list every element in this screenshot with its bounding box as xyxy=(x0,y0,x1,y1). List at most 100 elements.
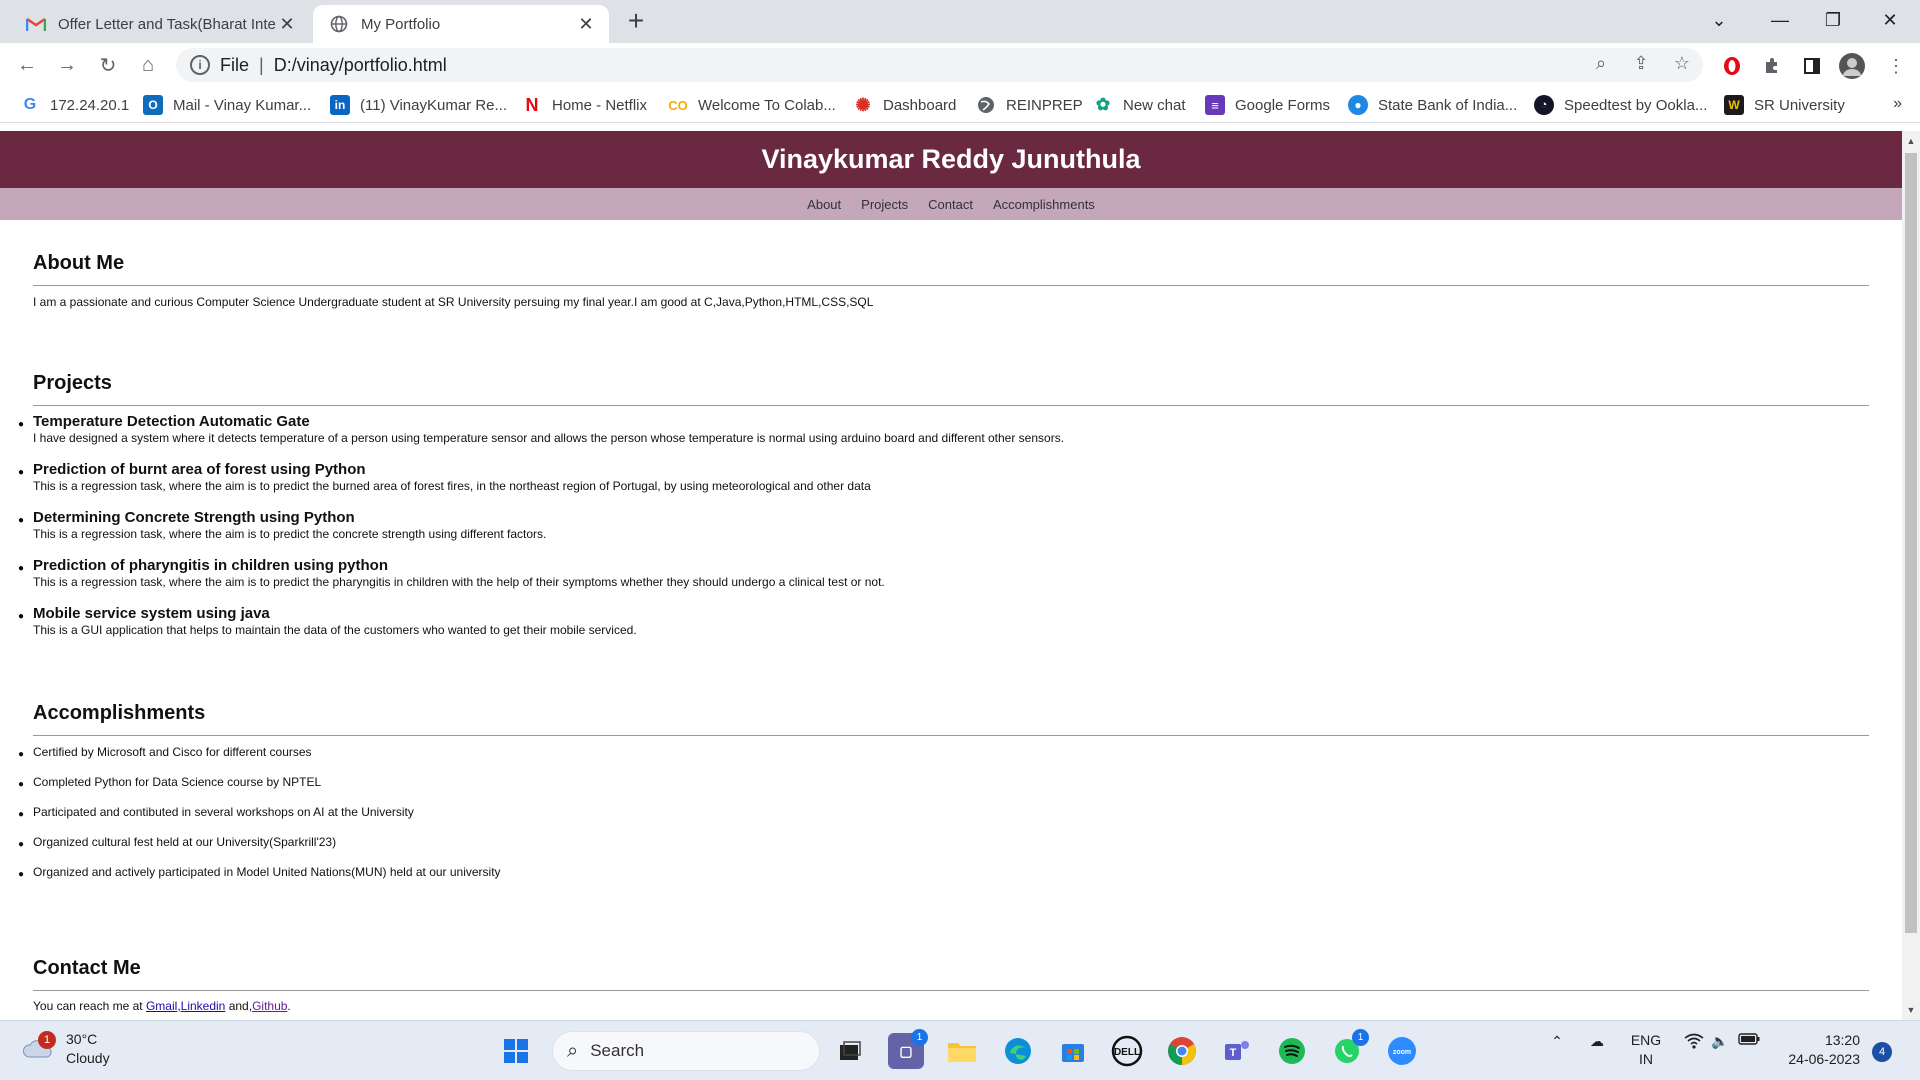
restore-button[interactable]: ❐ xyxy=(1808,0,1858,40)
list-item: ● Organized cultural fest held at our Uni… xyxy=(18,834,1869,864)
about-section: About Me I am a passionate and curious C… xyxy=(33,249,1869,309)
bookmark-item[interactable]: O Mail - Vinay Kumar... xyxy=(143,94,311,116)
bookmark-item[interactable]: in (11) VinayKumar Re... xyxy=(330,94,507,116)
share-icon[interactable]: ⇪ xyxy=(1629,51,1653,75)
nav-link-contact[interactable]: Contact xyxy=(928,197,973,212)
whatsapp-icon[interactable]: 1 xyxy=(1329,1029,1369,1069)
address-bar[interactable]: i File | D:/vinay/portfolio.html xyxy=(176,48,1703,82)
nav-link-accomplishments[interactable]: Accomplishments xyxy=(993,197,1095,212)
list-item: ● Completed Python for Data Science cours… xyxy=(18,774,1869,804)
zoom-app-icon[interactable]: zoom xyxy=(1384,1033,1420,1069)
taskbar-search[interactable]: ⌕ Search xyxy=(552,1031,820,1071)
battery-icon[interactable] xyxy=(1737,1033,1761,1045)
file-explorer-icon[interactable] xyxy=(944,1033,980,1069)
tab-title: My Portfolio xyxy=(361,15,441,33)
weather-badge: 1 xyxy=(38,1031,56,1049)
accomplishment-text: Organized and actively participated in M… xyxy=(33,865,501,879)
clock-date: 24-06-2023 xyxy=(1788,1051,1860,1067)
github-link[interactable]: Github xyxy=(252,999,287,1013)
bookmark-item[interactable]: G 172.24.20.1 xyxy=(20,94,129,116)
close-icon[interactable]: ✕ xyxy=(575,13,597,35)
gmail-icon xyxy=(26,14,46,34)
site-nav: About Projects Contact Accomplishments xyxy=(0,188,1902,220)
info-icon[interactable]: i xyxy=(190,55,210,75)
avatar[interactable] xyxy=(1838,52,1866,80)
project-title: Mobile service system using java xyxy=(33,605,270,622)
menu-kebab-icon[interactable]: ⋮ xyxy=(1882,52,1910,80)
projects-heading: Projects xyxy=(33,372,112,394)
tab-gmail[interactable]: Offer Letter and Task(Bharat Inter ✕ xyxy=(10,5,310,43)
bookmarks-overflow-button[interactable]: » xyxy=(1893,95,1902,113)
dell-icon[interactable]: DELL xyxy=(1109,1033,1145,1069)
minimize-button[interactable]: — xyxy=(1755,0,1805,40)
volume-icon[interactable]: 🔈 xyxy=(1709,1033,1731,1050)
bookmark-label: Google Forms xyxy=(1235,96,1331,114)
teams-icon[interactable]: T xyxy=(1219,1033,1255,1069)
spotify-icon[interactable] xyxy=(1274,1033,1310,1069)
list-item: ● Organized and actively participated in … xyxy=(18,864,1869,894)
accomplishment-text: Completed Python for Data Science course… xyxy=(33,775,322,789)
wifi-icon[interactable] xyxy=(1683,1033,1705,1049)
reload-icon[interactable]: ↻ xyxy=(93,50,123,80)
gmail-link[interactable]: Gmail xyxy=(146,999,177,1013)
weather-temp: 30°C xyxy=(66,1031,98,1047)
dashboard-icon: ✺ xyxy=(855,94,871,115)
new-tab-button[interactable]: + xyxy=(622,5,650,36)
scroll-down-icon[interactable]: ▼ xyxy=(1902,1002,1920,1018)
bookmark-item[interactable]: ◔ Speedtest by Ookla... xyxy=(1534,94,1707,116)
forward-arrow-icon[interactable]: → xyxy=(52,50,82,80)
list-item: ● Prediction of burnt area of forest usi… xyxy=(18,462,1869,494)
back-arrow-icon[interactable]: ← xyxy=(12,50,42,80)
contact-heading: Contact Me xyxy=(33,957,141,979)
home-icon[interactable]: ⌂ xyxy=(133,50,163,80)
bookmark-item[interactable]: ✺ Dashboard xyxy=(853,94,956,116)
scroll-up-icon[interactable]: ▲ xyxy=(1902,133,1920,149)
project-title: Prediction of pharyngitis in children us… xyxy=(33,557,389,574)
weather-widget[interactable]: 1 30°C Cloudy xyxy=(22,1030,110,1068)
bookmark-item[interactable]: ● State Bank of India... xyxy=(1348,94,1517,116)
teams-badge: 1 xyxy=(911,1029,928,1046)
project-description: I have designed a system where it detect… xyxy=(33,431,1065,445)
bookmark-item[interactable]: CO Welcome To Colab... xyxy=(668,94,836,116)
extensions-puzzle-icon[interactable] xyxy=(1758,52,1786,80)
divider xyxy=(33,990,1869,991)
teams-chat-icon[interactable]: ▢ 1 xyxy=(888,1029,928,1069)
bullet-icon: ● xyxy=(18,467,25,478)
windows-start-icon[interactable] xyxy=(498,1033,534,1069)
onedrive-cloud-icon[interactable]: ☁ xyxy=(1585,1033,1609,1050)
opera-icon[interactable] xyxy=(1718,52,1746,80)
tab-search-chevron-icon[interactable]: ⌄ xyxy=(1694,0,1744,40)
lang-code: ENG xyxy=(1630,1032,1662,1048)
chevron-up-icon[interactable]: ⌃ xyxy=(1545,1033,1569,1050)
notification-badge[interactable]: 4 xyxy=(1872,1042,1892,1062)
chrome-icon[interactable] xyxy=(1164,1033,1200,1069)
bookmark-item[interactable]: W SR University xyxy=(1724,94,1845,116)
scrollbar-thumb[interactable] xyxy=(1905,153,1917,933)
list-item: ● Temperature Detection Automatic Gate I… xyxy=(18,414,1869,446)
clock[interactable]: 13:20 24-06-2023 xyxy=(1770,1031,1860,1069)
projects-list: ● Temperature Detection Automatic Gate I… xyxy=(18,414,1869,638)
close-window-button[interactable]: ✕ xyxy=(1865,0,1915,40)
bookmark-item[interactable]: N Home - Netflix xyxy=(522,94,648,116)
nav-link-projects[interactable]: Projects xyxy=(861,197,908,212)
tab-portfolio[interactable]: My Portfolio ✕ xyxy=(313,5,609,43)
linkedin-link[interactable]: Linkedin xyxy=(181,999,226,1013)
language-indicator[interactable]: ENG IN xyxy=(1620,1031,1672,1069)
tab-strip: Offer Letter and Task(Bharat Inter ✕ My … xyxy=(0,0,1920,43)
store-icon[interactable] xyxy=(1055,1033,1091,1069)
edge-icon[interactable] xyxy=(1000,1033,1036,1069)
search-placeholder: Search xyxy=(590,1041,645,1060)
bookmark-item[interactable]: REINPREP xyxy=(976,94,1083,116)
project-description: This is a regression task, where the aim… xyxy=(33,575,885,589)
bookmark-label: SR University xyxy=(1754,96,1845,114)
zoom-icon[interactable]: ⌕ xyxy=(1589,51,1613,75)
bookmark-item[interactable]: ≡ Google Forms xyxy=(1205,94,1330,116)
bullet-icon: ● xyxy=(18,779,25,790)
close-icon[interactable]: ✕ xyxy=(276,13,298,35)
task-view-icon[interactable] xyxy=(832,1033,868,1069)
star-icon[interactable]: ☆ xyxy=(1670,51,1694,75)
bookmark-item[interactable]: ✿ New chat xyxy=(1093,94,1186,116)
page-scrollbar[interactable]: ▲ ▼ xyxy=(1902,131,1920,1020)
nav-link-about[interactable]: About xyxy=(807,197,841,212)
side-panel-icon[interactable] xyxy=(1798,52,1826,80)
